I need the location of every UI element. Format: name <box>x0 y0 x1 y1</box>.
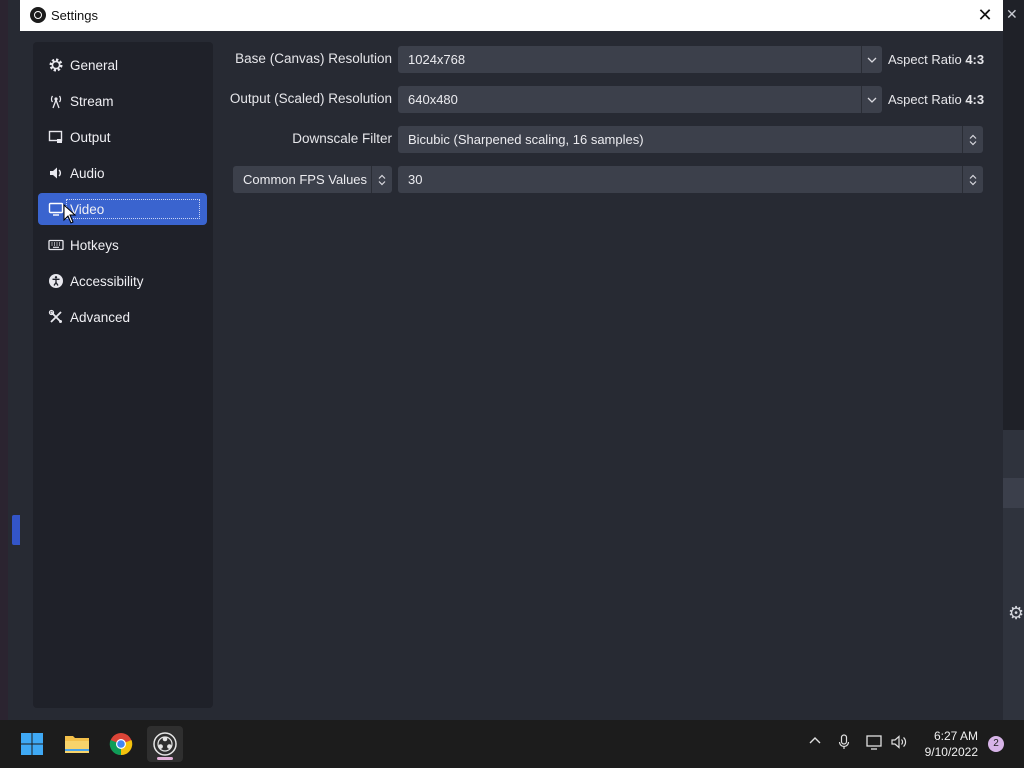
fps-type-select[interactable]: Common FPS Values <box>233 166 392 193</box>
background-gear-icon[interactable]: ⚙ <box>1008 603 1024 624</box>
sidebar-item-audio[interactable]: Audio <box>38 157 207 189</box>
updown-arrows-icon[interactable] <box>962 166 983 193</box>
windows-logo-icon <box>21 733 43 755</box>
active-app-indicator <box>157 757 173 760</box>
chrome-icon <box>109 733 133 756</box>
speaker-icon <box>47 164 65 182</box>
file-explorer-button[interactable] <box>59 726 95 762</box>
aspect-value: 4:3 <box>965 52 985 67</box>
sidebar-item-label: Stream <box>70 93 114 109</box>
settings-sidebar: General Stream Output Audio Video Hotkey… <box>33 42 213 708</box>
chevron-down-icon[interactable] <box>861 46 882 73</box>
notification-badge[interactable]: 2 <box>988 736 1004 752</box>
clock-time: 6:27 AM <box>933 729 978 743</box>
sidebar-item-label: Accessibility <box>70 273 144 289</box>
sidebar-item-stream[interactable]: Stream <box>38 85 207 117</box>
close-button[interactable]: ✕ <box>973 3 997 27</box>
keyboard-icon <box>47 236 65 254</box>
sidebar-item-label: Hotkeys <box>70 237 119 253</box>
fps-type-value: Common FPS Values <box>243 172 368 187</box>
sidebar-item-hotkeys[interactable]: Hotkeys <box>38 229 207 261</box>
base-resolution-label: Base (Canvas) Resolution <box>235 51 392 66</box>
sidebar-item-label: Output <box>70 129 111 145</box>
sidebar-item-output[interactable]: Output <box>38 121 207 153</box>
background-dock-header <box>1003 478 1024 508</box>
chevron-up-icon[interactable] <box>808 734 822 751</box>
output-icon <box>47 128 65 146</box>
clock-date: 9/10/2022 <box>924 745 978 759</box>
aspect-prefix: Aspect Ratio <box>888 92 962 107</box>
window-title: Settings <box>51 8 98 23</box>
aspect-prefix: Aspect Ratio <box>888 52 962 67</box>
background-strip <box>0 0 8 720</box>
base-resolution-combo[interactable]: 1024x768 <box>398 46 882 73</box>
base-resolution-value: 1024x768 <box>408 52 466 67</box>
updown-arrows-icon[interactable] <box>371 166 392 193</box>
mouse-cursor-icon <box>63 203 77 227</box>
fps-value: 30 <box>408 172 423 187</box>
sidebar-item-advanced[interactable]: Advanced <box>38 301 207 333</box>
chrome-button[interactable] <box>103 726 139 762</box>
antenna-icon <box>47 92 65 110</box>
background-close-icon[interactable]: ✕ <box>1006 6 1018 23</box>
obs-logo-icon <box>30 7 46 23</box>
background-dock <box>1003 430 1024 720</box>
start-button[interactable] <box>14 726 50 762</box>
downscale-filter-value: Bicubic (Sharpened scaling, 16 samples) <box>408 132 644 147</box>
output-resolution-label: Output (Scaled) Resolution <box>229 91 392 106</box>
microphone-icon[interactable] <box>838 734 850 753</box>
title-bar: Settings ✕ <box>20 0 1003 31</box>
sidebar-item-label: Audio <box>70 165 105 181</box>
network-icon[interactable] <box>866 734 884 753</box>
taskbar-clock[interactable]: 6:27 AM 9/10/2022 <box>918 728 978 760</box>
output-resolution-value: 640x480 <box>408 92 458 107</box>
downscale-filter-label: Downscale Filter <box>292 131 392 146</box>
output-aspect-ratio: Aspect Ratio 4:3 <box>888 92 984 107</box>
folder-icon <box>65 736 89 753</box>
volume-icon[interactable] <box>891 734 909 753</box>
sidebar-item-label: General <box>70 57 119 73</box>
sidebar-item-label: Advanced <box>70 309 131 325</box>
chevron-down-icon[interactable] <box>861 86 882 113</box>
fps-value-select[interactable]: 30 <box>398 166 983 193</box>
tools-icon <box>47 308 65 326</box>
gear-icon <box>47 56 65 74</box>
base-aspect-ratio: Aspect Ratio 4:3 <box>888 52 984 67</box>
obs-icon <box>153 732 177 756</box>
sidebar-item-accessibility[interactable]: Accessibility <box>38 265 207 297</box>
updown-arrows-icon[interactable] <box>962 126 983 153</box>
aspect-value: 4:3 <box>965 92 985 107</box>
output-resolution-combo[interactable]: 640x480 <box>398 86 882 113</box>
downscale-filter-select[interactable]: Bicubic (Sharpened scaling, 16 samples) <box>398 126 983 153</box>
focus-outline <box>66 199 200 219</box>
sidebar-item-general[interactable]: General <box>38 49 207 81</box>
accessibility-icon <box>47 272 65 290</box>
